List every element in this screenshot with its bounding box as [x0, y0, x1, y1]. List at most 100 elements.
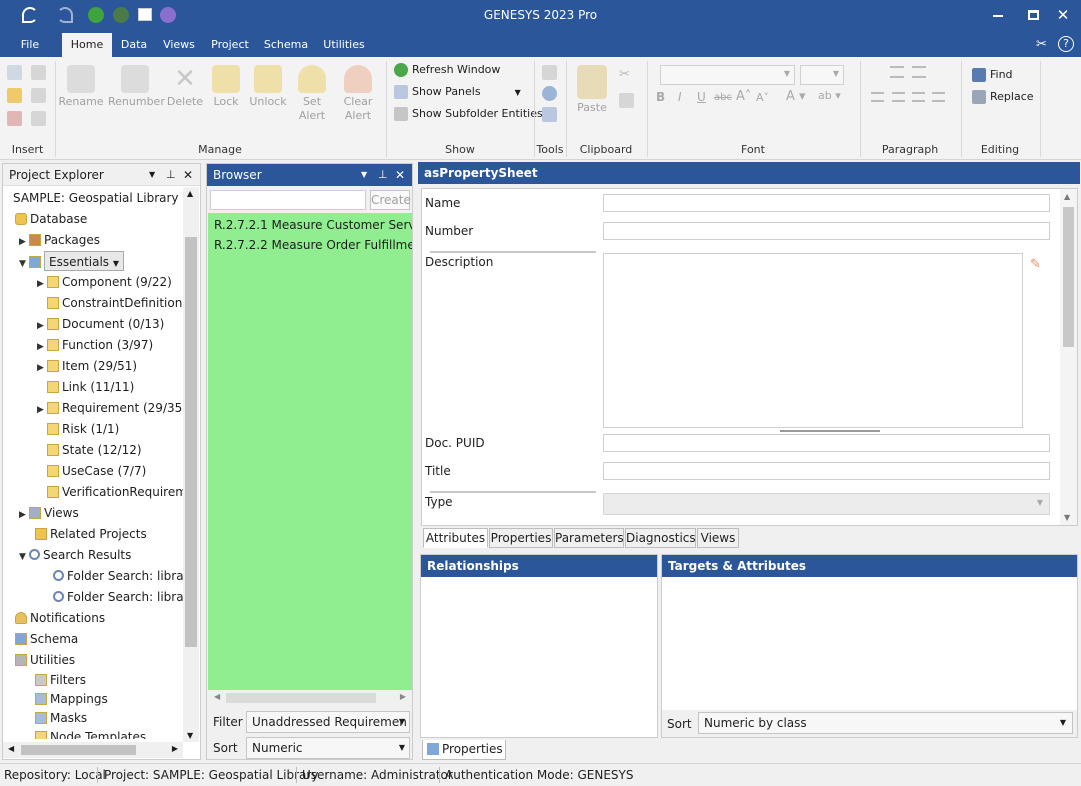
grow-font-icon[interactable]: A˄ [736, 89, 751, 104]
show-panels-button[interactable]: Show Panels ▼ [394, 82, 521, 102]
tree-item-component[interactable]: ▶ Component (9/22) [37, 272, 172, 292]
cut-icon[interactable]: ✂ [619, 67, 634, 82]
form-vertical-scrollbar[interactable]: ▲ ▼ [1060, 189, 1077, 525]
scroll-thumb[interactable] [1063, 207, 1074, 347]
minimize-button[interactable] [993, 15, 1003, 17]
align-center-icon[interactable] [892, 92, 905, 102]
font-color-icon[interactable]: A ▾ [786, 89, 806, 104]
pin-icon[interactable]: ⊥ [166, 164, 176, 186]
scroll-left-icon[interactable]: ◀ [8, 744, 14, 753]
align-left-icon[interactable] [871, 92, 884, 102]
insert-folder-icon[interactable] [7, 88, 22, 103]
tree-item-verificationrequirement[interactable]: VerificationRequirement [47, 482, 183, 502]
tree-item-mappings[interactable]: Mappings [35, 689, 108, 709]
essentials-dropdown[interactable]: Essentials ▼ [44, 251, 125, 271]
tab-project[interactable]: Project [206, 33, 254, 57]
italic-icon[interactable]: I [678, 90, 682, 104]
maximize-button[interactable] [1028, 10, 1039, 20]
rename-button[interactable]: Rename [58, 65, 104, 108]
numbering-icon[interactable] [912, 66, 926, 78]
close-icon[interactable]: ✕ [395, 164, 405, 186]
tree-item-utilities[interactable]: Utilities [15, 650, 75, 670]
underline-icon[interactable]: U [697, 90, 706, 104]
tree-item-function[interactable]: ▶ Function (3/97) [37, 335, 153, 355]
tab-views[interactable]: Views [697, 528, 739, 548]
tree-item-constraintdefinition[interactable]: ConstraintDefinition [47, 293, 182, 313]
font-size-select[interactable]: ▼ [800, 65, 844, 85]
tree-item-link[interactable]: Link (11/11) [47, 377, 134, 397]
justify-icon[interactable] [932, 92, 945, 102]
list-item[interactable]: R.2.7.2.1 Measure Customer Service T [214, 215, 412, 235]
find-button[interactable]: Find [972, 65, 1013, 85]
renumber-button[interactable]: Renumber [108, 65, 165, 108]
tools-search-icon[interactable] [542, 86, 557, 101]
tree-item-search-results[interactable]: ▼ Search Results [19, 545, 131, 565]
tree-item-notifications[interactable]: Notifications [15, 608, 105, 628]
tab-utilities[interactable]: Utilities [318, 33, 370, 57]
lock-button[interactable]: Lock [207, 65, 245, 108]
tree-item-usecase[interactable]: UseCase (7/7) [47, 461, 146, 481]
tree-item-folder-search-2[interactable]: Folder Search: library [53, 587, 183, 607]
tree-item-document[interactable]: ▶ Document (0/13) [37, 314, 164, 334]
help-icon[interactable]: ? [1058, 36, 1074, 52]
tab-parameters[interactable]: Parameters [554, 528, 624, 548]
insert-copy-icon[interactable] [31, 65, 46, 80]
highlight-icon[interactable]: ab ▾ [818, 89, 841, 102]
scroll-down-icon[interactable]: ▼ [187, 731, 193, 740]
scroll-left-icon[interactable]: ◀ [214, 692, 220, 701]
paste-button[interactable]: Paste [574, 65, 610, 114]
tree-item-related-projects[interactable]: Related Projects [35, 524, 147, 544]
scroll-thumb[interactable] [185, 237, 197, 647]
unlock-button[interactable]: Unlock [247, 65, 289, 108]
refresh-window-button[interactable]: Refresh Window [394, 60, 500, 80]
set-alert-button[interactable]: Set Alert [292, 65, 332, 123]
collapse-icon[interactable]: ▼ [19, 547, 29, 567]
number-field[interactable] [603, 222, 1050, 240]
dropdown-icon[interactable]: ▼ [361, 164, 367, 186]
description-field[interactable] [603, 253, 1023, 428]
sort-select[interactable]: Numeric ▼ [246, 737, 410, 759]
bullets-icon[interactable] [890, 66, 904, 78]
collapse-icon[interactable]: ▼ [19, 254, 29, 274]
expand-icon[interactable]: ▶ [37, 358, 47, 378]
tab-attributes[interactable]: Attributes [423, 528, 488, 548]
strikethrough-icon[interactable]: abc [714, 92, 732, 103]
browser-horizontal-scrollbar[interactable]: ◀ ▶ [208, 690, 412, 706]
insert-table-icon[interactable] [7, 65, 22, 80]
insert-link-icon[interactable] [31, 88, 46, 103]
name-field[interactable] [603, 194, 1050, 212]
delete-button[interactable]: ✕ Delete [164, 65, 206, 108]
show-subfolder-entities-button[interactable]: Show Subfolder Entities [394, 104, 543, 124]
scroll-right-icon[interactable]: ▶ [400, 692, 406, 701]
tree-item-item[interactable]: ▶ Item (29/51) [37, 356, 137, 376]
scroll-down-icon[interactable]: ▼ [1064, 513, 1070, 522]
scroll-thumb[interactable] [21, 745, 136, 755]
copy-icon[interactable] [619, 93, 634, 108]
title-field[interactable] [603, 462, 1050, 480]
tree-item-packages[interactable]: ▶ Packages [19, 230, 100, 250]
doc-puid-field[interactable] [603, 434, 1050, 452]
expand-icon[interactable]: ▶ [37, 337, 47, 357]
expand-icon[interactable]: ▶ [37, 400, 47, 420]
vertical-scrollbar[interactable]: ▲ ▼ [183, 187, 199, 742]
close-icon[interactable]: ✕ [183, 164, 193, 186]
tools-icon[interactable]: ✂ [1036, 37, 1047, 52]
spellcheck-icon[interactable] [542, 107, 557, 122]
tree-item-folder-search-1[interactable]: Folder Search: library [53, 566, 183, 586]
replace-button[interactable]: Replace [972, 87, 1034, 107]
create-button[interactable]: Create [370, 190, 411, 210]
clear-alert-button[interactable]: Clear Alert [336, 65, 380, 123]
tab-schema[interactable]: Schema [260, 33, 312, 57]
tree-item-database[interactable]: Database [15, 209, 87, 229]
browser-search-input[interactable] [210, 190, 366, 210]
tab-properties[interactable]: Properties [489, 528, 553, 548]
pencil-icon[interactable]: ✎ [1030, 257, 1041, 272]
dropdown-icon[interactable]: ▼ [149, 164, 155, 186]
shrink-font-icon[interactable]: A˅ [756, 91, 769, 104]
filter-select[interactable]: Unaddressed Requiremen ▼ [246, 711, 410, 733]
type-select[interactable]: ▼ [603, 493, 1050, 515]
insert-item-icon[interactable] [7, 111, 22, 126]
properties-bottom-tab[interactable]: Properties [422, 740, 506, 760]
tab-file[interactable]: File [10, 33, 50, 57]
horizontal-scrollbar[interactable]: ◀ ▶ [3, 742, 183, 758]
